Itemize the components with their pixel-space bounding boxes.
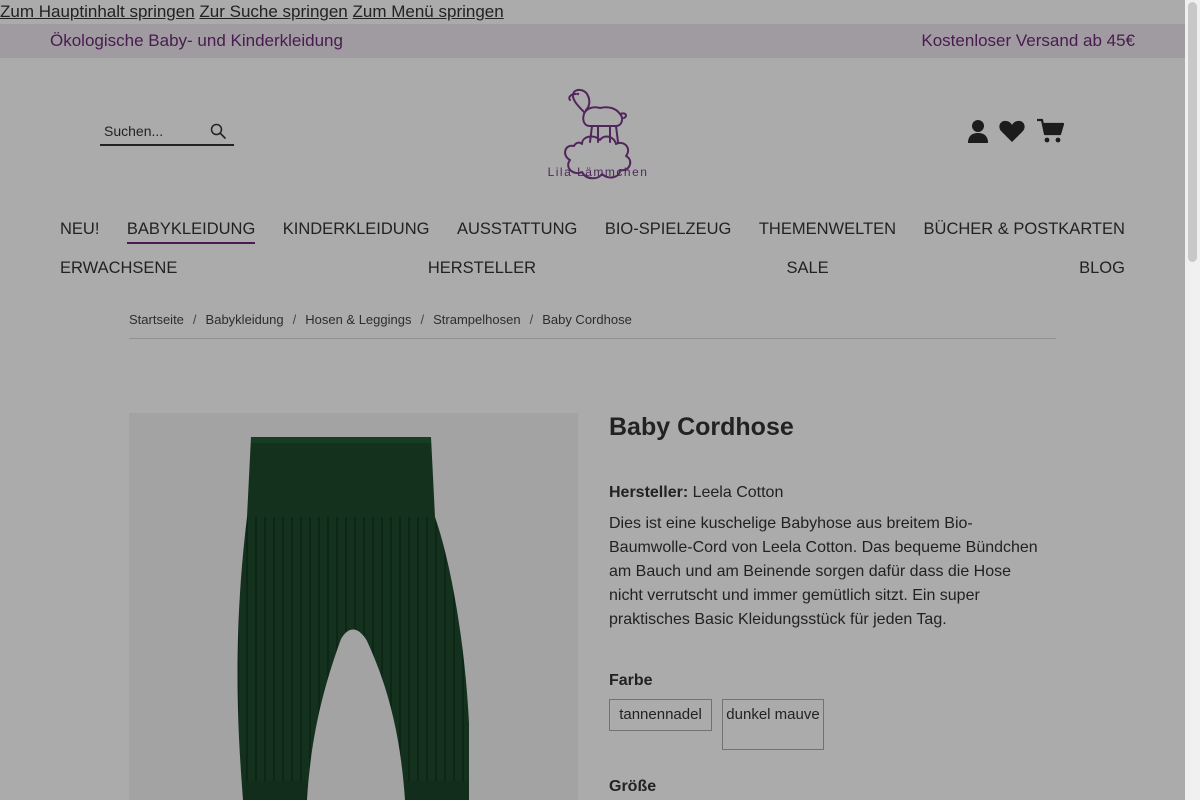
scrollbar-thumb[interactable]	[1188, 2, 1197, 262]
nav-item-ausstattung[interactable]: AUSSTATTUNG	[457, 214, 577, 244]
nav-item-themenwelten[interactable]: THEMENWELTEN	[759, 214, 896, 244]
user-icon[interactable]	[964, 118, 992, 144]
logo-text: Lila Lämmchen	[547, 165, 649, 179]
breadcrumb-item[interactable]: Strampelhosen	[433, 312, 520, 327]
breadcrumb-current: Baby Cordhose	[542, 312, 632, 327]
cart-icon[interactable]	[1036, 118, 1064, 144]
main-navigation: NEU! BABYKLEIDUNG KINDERKLEIDUNG AUSSTAT…	[60, 214, 1125, 283]
breadcrumb-separator: /	[420, 312, 425, 327]
tagline: Ökologische Baby- und Kinderkleidung	[50, 31, 343, 50]
color-option-dunkel-mauve[interactable]: dunkel mauve	[722, 699, 824, 750]
breadcrumb-item[interactable]: Startseite	[129, 312, 184, 327]
nav-item-hersteller[interactable]: HERSTELLER	[428, 253, 536, 283]
product-image[interactable]	[129, 413, 578, 800]
color-label: Farbe	[609, 672, 653, 689]
color-option-tannennadel[interactable]: tannennadel	[609, 699, 712, 731]
search-input[interactable]	[104, 120, 204, 142]
nav-item-erwachsene[interactable]: ERWACHSENE	[60, 253, 177, 283]
breadcrumb-separator: /	[292, 312, 297, 327]
manufacturer-label: Hersteller:	[609, 484, 689, 501]
search-bar	[100, 120, 234, 146]
nav-item-neu[interactable]: NEU!	[60, 214, 99, 244]
breadcrumb-separator: /	[529, 312, 534, 327]
breadcrumb-item[interactable]: Hosen & Leggings	[305, 312, 411, 327]
breadcrumb-separator: /	[192, 312, 197, 327]
heart-icon[interactable]	[998, 118, 1026, 144]
breadcrumb: Startseite / Babykleidung / Hosen & Leggings…	[129, 312, 1056, 339]
nav-item-blog[interactable]: BLOG	[1079, 253, 1125, 283]
nav-item-buecher-postkarten[interactable]: BÜCHER & POSTKARTEN	[924, 214, 1125, 244]
nav-item-bio-spielzeug[interactable]: BIO-SPIELZEUG	[605, 214, 732, 244]
manufacturer-link[interactable]: Leela Cotton	[693, 484, 784, 501]
top-info-bar: Ökologische Baby- und Kinderkleidung Kos…	[0, 24, 1200, 58]
nav-item-kinderkleidung[interactable]: KINDERKLEIDUNG	[283, 214, 430, 244]
product-title: Baby Cordhose	[609, 413, 794, 441]
product-info: Baby Cordhose Hersteller: Leela Cotton D…	[609, 410, 1049, 796]
scrollbar[interactable]	[1185, 0, 1200, 800]
size-label: Größe	[609, 778, 657, 795]
product-description: Dies ist eine kuschelige Babyhose aus br…	[609, 515, 1038, 628]
skip-links: Zum Hauptinhalt springen Zur Suche sprin…	[0, 0, 504, 24]
shipping-info: Kostenloser Versand ab 45€	[921, 31, 1135, 50]
product-pants-image	[237, 437, 469, 800]
breadcrumb-item[interactable]: Babykleidung	[206, 312, 284, 327]
nav-item-sale[interactable]: SALE	[786, 253, 828, 283]
color-options: tannennadel dunkel mauve	[609, 699, 1049, 750]
skip-to-main-link[interactable]: Zum Hauptinhalt springen	[0, 2, 195, 21]
manufacturer-line: Hersteller: Leela Cotton	[609, 484, 1049, 502]
skip-to-search-link[interactable]: Zur Suche springen	[199, 2, 347, 21]
nav-item-babykleidung[interactable]: BABYKLEIDUNG	[126, 214, 256, 244]
search-icon[interactable]	[210, 123, 226, 139]
skip-to-menu-link[interactable]: Zum Menü springen	[353, 2, 504, 21]
